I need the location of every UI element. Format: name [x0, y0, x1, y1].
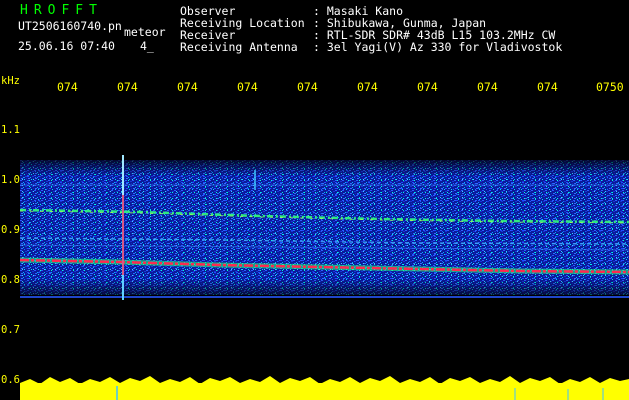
app-title: HROFFT [20, 3, 103, 18]
time-tick-label: 074 [57, 80, 78, 94]
file-type-label: meteor [124, 25, 166, 39]
time-tick-label: 0750 [596, 80, 624, 94]
time-tick-label: 074 [297, 80, 318, 94]
time-tick-label: 074 [177, 80, 198, 94]
station-values: : Masaki Kano : Shibukawa, Gunma, Japan … [313, 5, 562, 53]
time-tick-label: 074 [357, 80, 378, 94]
spectrogram-plot [20, 155, 629, 400]
antenna-value: : 3el Yagi(V) Az 330 for Vladivostok [313, 40, 563, 54]
freq-tick-label: 0.7 [1, 324, 20, 336]
freq-tick-label: 0.8 [1, 274, 20, 286]
time-tick-label: 074 [537, 80, 558, 94]
antenna-label: Receiving Antenna [180, 40, 298, 54]
file-datetime: 25.06.16 07:40 [18, 39, 115, 53]
file-name: UT2506160740.pn [18, 19, 122, 33]
file-number: 4_ [140, 39, 154, 53]
time-tick-label: 074 [117, 80, 138, 94]
freq-tick-label: 1.1 [1, 124, 20, 136]
freq-unit-label: kHz [1, 75, 20, 87]
time-tick-label: 074 [417, 80, 438, 94]
freq-tick-label: 0.6 [1, 374, 20, 386]
time-tick-label: 074 [477, 80, 498, 94]
hrofft-window: HROFFT UT2506160740.pn meteor 25.06.16 0… [0, 0, 629, 400]
freq-tick-label: 1.0 [1, 174, 20, 186]
freq-tick-label: 0.9 [1, 224, 20, 236]
time-tick-label: 074 [237, 80, 258, 94]
station-labels: Observer Receiving Location Receiver Rec… [180, 5, 305, 53]
